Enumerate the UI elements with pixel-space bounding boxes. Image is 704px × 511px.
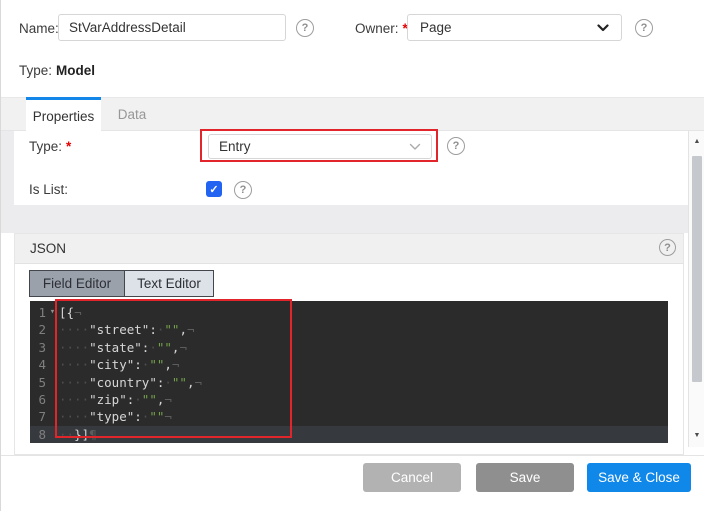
tab-properties[interactable]: Properties: [26, 97, 101, 132]
code-line[interactable]: 6 ····"zip":·"",¬: [30, 391, 668, 408]
code-text: ··}]¶: [59, 426, 97, 443]
code-line[interactable]: 5 ····"country":·"",¬: [30, 374, 668, 391]
line-number: 3: [30, 339, 46, 356]
json-section-title: JSON: [15, 241, 66, 256]
type-label: Type: *: [29, 139, 71, 154]
content-left-gutter: [1, 131, 14, 205]
save-button[interactable]: Save: [476, 463, 574, 492]
code-text: ····"state":·"",¬: [59, 339, 187, 356]
fold-spacer: [46, 356, 59, 373]
variable-type-text: Type: Model: [19, 63, 95, 78]
code-text: [{¬: [59, 304, 82, 321]
save-and-close-button[interactable]: Save & Close: [587, 463, 691, 492]
code-text: ····"street":·"",¬: [59, 321, 195, 338]
code-line[interactable]: 7 ····"type":·""¬: [30, 408, 668, 425]
line-number: 2: [30, 321, 46, 338]
fold-arrow-icon[interactable]: ▾: [46, 304, 59, 321]
code-text: ····"city":·"",¬: [59, 356, 179, 373]
code-text: ····"zip":·"",¬: [59, 391, 172, 408]
json-panel-header: JSON: [15, 234, 683, 264]
line-number: 7: [30, 408, 46, 425]
owner-help-icon[interactable]: ?: [635, 19, 653, 37]
name-input[interactable]: [58, 14, 286, 41]
chevron-down-icon: [409, 143, 421, 151]
type-help-icon[interactable]: ?: [447, 137, 465, 155]
code-text: ····"country":·"",¬: [59, 374, 202, 391]
owner-select[interactable]: Page: [407, 14, 622, 41]
section-divider-band: [1, 205, 688, 233]
variable-settings-dialog: Name: * ? Owner: * Page ? Type: Model Pr…: [0, 0, 704, 511]
scrollbar-thumb[interactable]: [692, 156, 702, 382]
name-help-icon[interactable]: ?: [296, 19, 314, 37]
editor-mode-toggle: Field Editor Text Editor: [29, 270, 214, 297]
fold-spacer: [46, 339, 59, 356]
code-line[interactable]: 4 ····"city":·"",¬: [30, 356, 668, 373]
tab-data[interactable]: Data: [101, 97, 163, 131]
code-lines: 1▾[{¬2····"street":·"",¬3····"state":·""…: [30, 304, 668, 443]
scroll-down-icon[interactable]: ▼: [689, 428, 704, 442]
code-line[interactable]: 1▾[{¬: [30, 304, 668, 321]
is-list-checkbox[interactable]: ✓: [206, 181, 222, 197]
type-select[interactable]: Entry: [208, 134, 432, 159]
chevron-down-icon: [597, 24, 609, 32]
owner-select-value: Page: [420, 20, 452, 35]
line-number: 6: [30, 391, 46, 408]
fold-spacer: [46, 408, 59, 425]
code-line[interactable]: 3 ····"state":·"",¬: [30, 339, 668, 356]
required-asterisk: *: [66, 139, 71, 154]
line-number: 1: [30, 304, 46, 321]
fold-spacer: [46, 321, 59, 338]
owner-label: Owner: *: [355, 21, 408, 36]
fold-spacer: [46, 374, 59, 391]
code-line[interactable]: 8 ··}]¶: [30, 426, 668, 443]
is-list-label: Is List:: [29, 182, 68, 197]
is-list-help-icon[interactable]: ?: [234, 181, 252, 199]
line-number: 8: [30, 426, 46, 443]
text-editor-button[interactable]: Text Editor: [125, 271, 213, 296]
cancel-button[interactable]: Cancel: [363, 463, 461, 492]
line-number: 4: [30, 356, 46, 373]
field-editor-button[interactable]: Field Editor: [30, 271, 125, 296]
fold-spacer: [46, 391, 59, 408]
vertical-scrollbar[interactable]: ▲ ▼: [688, 131, 704, 447]
json-code-editor[interactable]: 1▾[{¬2····"street":·"",¬3····"state":·""…: [30, 301, 668, 443]
type-select-value: Entry: [219, 139, 251, 154]
json-help-icon[interactable]: ?: [659, 239, 676, 256]
code-line[interactable]: 2 ····"street":·"",¬: [30, 321, 668, 338]
line-number: 5: [30, 374, 46, 391]
fold-spacer: [46, 426, 59, 443]
variable-type-value: Model: [56, 63, 95, 78]
scroll-up-icon[interactable]: ▲: [689, 134, 704, 148]
checkmark-icon: ✓: [209, 183, 218, 196]
code-text: ····"type":·""¬: [59, 408, 172, 425]
